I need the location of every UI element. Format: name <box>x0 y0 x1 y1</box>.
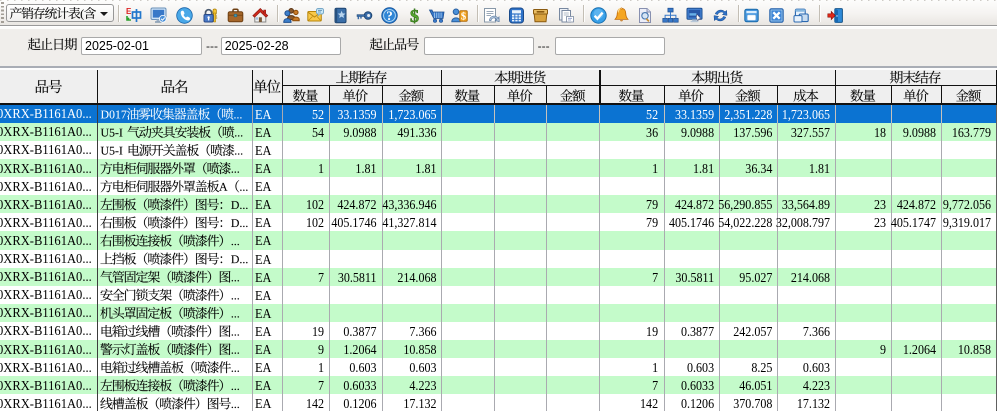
svg-text:E: E <box>126 7 132 16</box>
svg-text:?: ? <box>386 8 393 23</box>
svg-text:$: $ <box>410 7 419 24</box>
svg-text:$: $ <box>461 11 466 22</box>
